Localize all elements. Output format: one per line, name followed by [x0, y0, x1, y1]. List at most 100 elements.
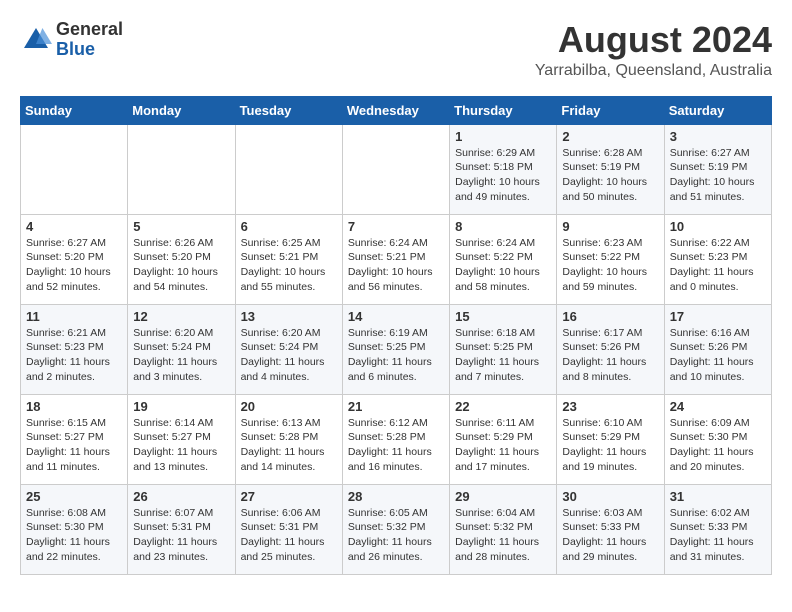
day-info: Sunrise: 6:26 AMSunset: 5:20 PMDaylight:…: [133, 236, 229, 295]
day-info: Sunrise: 6:28 AMSunset: 5:19 PMDaylight:…: [562, 146, 658, 205]
calendar-cell: 8Sunrise: 6:24 AMSunset: 5:22 PMDaylight…: [450, 214, 557, 304]
calendar-cell: 26 Sunrise: 6:07 AMSunset: 5:31 PMDayligh…: [128, 484, 235, 574]
calendar-cell: 30 Sunrise: 6:03 AMSunset: 5:33 PMDayligh…: [557, 484, 664, 574]
title-block: August 2024 Yarrabilba, Queensland, Aust…: [535, 20, 772, 80]
day-number: 1: [455, 129, 551, 144]
header-day: Tuesday: [235, 96, 342, 124]
day-info: Sunrise: 6:17 AMSunset: 5:26 PMDaylight:…: [562, 326, 658, 385]
calendar-cell: 11 Sunrise: 6:21 AMSunset: 5:23 PMDayligh…: [21, 304, 128, 394]
calendar-week: 18 Sunrise: 6:15 AMSunset: 5:27 PMDayligh…: [21, 394, 772, 484]
calendar-cell: 19 Sunrise: 6:14 AMSunset: 5:27 PMDayligh…: [128, 394, 235, 484]
calendar-cell: [342, 124, 449, 214]
day-info: Sunrise: 6:19 AMSunset: 5:25 PMDaylight:…: [348, 326, 444, 385]
day-info: Sunrise: 6:18 AMSunset: 5:25 PMDaylight:…: [455, 326, 551, 385]
calendar-cell: 3 Sunrise: 6:27 AMSunset: 5:19 PMDaylight…: [664, 124, 771, 214]
day-info: Sunrise: 6:27 AMSunset: 5:20 PMDaylight:…: [26, 236, 122, 295]
day-info: Sunrise: 6:23 AMSunset: 5:22 PMDaylight:…: [562, 236, 658, 295]
day-info: Sunrise: 6:20 AMSunset: 5:24 PMDaylight:…: [241, 326, 337, 385]
day-info: Sunrise: 6:03 AMSunset: 5:33 PMDaylight:…: [562, 506, 658, 565]
day-number: 15: [455, 309, 551, 324]
calendar-header: SundayMondayTuesdayWednesdayThursdayFrid…: [21, 96, 772, 124]
calendar-cell: [235, 124, 342, 214]
day-number: 30: [562, 489, 658, 504]
day-info: Sunrise: 6:02 AMSunset: 5:33 PMDaylight:…: [670, 506, 766, 565]
calendar-cell: 25 Sunrise: 6:08 AMSunset: 5:30 PMDayligh…: [21, 484, 128, 574]
day-info: Sunrise: 6:15 AMSunset: 5:27 PMDaylight:…: [26, 416, 122, 475]
day-number: 5: [133, 219, 229, 234]
day-number: 29: [455, 489, 551, 504]
day-info: Sunrise: 6:05 AMSunset: 5:32 PMDaylight:…: [348, 506, 444, 565]
logo-blue-text: Blue: [56, 39, 95, 59]
day-info: Sunrise: 6:08 AMSunset: 5:30 PMDaylight:…: [26, 506, 122, 565]
calendar-cell: 15 Sunrise: 6:18 AMSunset: 5:25 PMDayligh…: [450, 304, 557, 394]
day-info: Sunrise: 6:21 AMSunset: 5:23 PMDaylight:…: [26, 326, 122, 385]
day-number: 12: [133, 309, 229, 324]
calendar-cell: 14 Sunrise: 6:19 AMSunset: 5:25 PMDayligh…: [342, 304, 449, 394]
day-info: Sunrise: 6:14 AMSunset: 5:27 PMDaylight:…: [133, 416, 229, 475]
calendar-week: 4 Sunrise: 6:27 AMSunset: 5:20 PMDaylight…: [21, 214, 772, 304]
calendar-cell: 1 Sunrise: 6:29 AMSunset: 5:18 PMDaylight…: [450, 124, 557, 214]
day-number: 16: [562, 309, 658, 324]
day-number: 4: [26, 219, 122, 234]
calendar-body: 1 Sunrise: 6:29 AMSunset: 5:18 PMDaylight…: [21, 124, 772, 574]
calendar-cell: 29 Sunrise: 6:04 AMSunset: 5:32 PMDayligh…: [450, 484, 557, 574]
calendar-cell: 22 Sunrise: 6:11 AMSunset: 5:29 PMDayligh…: [450, 394, 557, 484]
calendar-cell: 12 Sunrise: 6:20 AMSunset: 5:24 PMDayligh…: [128, 304, 235, 394]
day-number: 28: [348, 489, 444, 504]
day-number: 3: [670, 129, 766, 144]
day-number: 22: [455, 399, 551, 414]
day-info: Sunrise: 6:11 AMSunset: 5:29 PMDaylight:…: [455, 416, 551, 475]
calendar-cell: 5 Sunrise: 6:26 AMSunset: 5:20 PMDaylight…: [128, 214, 235, 304]
day-info: Sunrise: 6:29 AMSunset: 5:18 PMDaylight:…: [455, 146, 551, 205]
day-number: 13: [241, 309, 337, 324]
day-number: 21: [348, 399, 444, 414]
calendar-cell: 23Sunrise: 6:10 AMSunset: 5:29 PMDayligh…: [557, 394, 664, 484]
day-number: 20: [241, 399, 337, 414]
calendar-table: SundayMondayTuesdayWednesdayThursdayFrid…: [20, 96, 772, 575]
calendar-cell: 6 Sunrise: 6:25 AMSunset: 5:21 PMDaylight…: [235, 214, 342, 304]
logo-icon: [20, 24, 52, 56]
header-day: Saturday: [664, 96, 771, 124]
day-info: Sunrise: 6:24 AMSunset: 5:21 PMDaylight:…: [348, 236, 444, 295]
day-number: 25: [26, 489, 122, 504]
day-number: 2: [562, 129, 658, 144]
day-number: 6: [241, 219, 337, 234]
logo-general-text: General: [56, 19, 123, 39]
day-number: 7: [348, 219, 444, 234]
calendar-cell: 13 Sunrise: 6:20 AMSunset: 5:24 PMDayligh…: [235, 304, 342, 394]
calendar-cell: 21Sunrise: 6:12 AMSunset: 5:28 PMDayligh…: [342, 394, 449, 484]
day-info: Sunrise: 6:06 AMSunset: 5:31 PMDaylight:…: [241, 506, 337, 565]
header-day: Sunday: [21, 96, 128, 124]
day-info: Sunrise: 6:25 AMSunset: 5:21 PMDaylight:…: [241, 236, 337, 295]
day-info: Sunrise: 6:27 AMSunset: 5:19 PMDaylight:…: [670, 146, 766, 205]
header-day: Monday: [128, 96, 235, 124]
day-number: 18: [26, 399, 122, 414]
page-header: General Blue August 2024 Yarrabilba, Que…: [20, 20, 772, 80]
day-number: 17: [670, 309, 766, 324]
day-info: Sunrise: 6:09 AMSunset: 5:30 PMDaylight:…: [670, 416, 766, 475]
day-number: 10: [670, 219, 766, 234]
calendar-cell: 28 Sunrise: 6:05 AMSunset: 5:32 PMDayligh…: [342, 484, 449, 574]
day-number: 14: [348, 309, 444, 324]
day-info: Sunrise: 6:20 AMSunset: 5:24 PMDaylight:…: [133, 326, 229, 385]
logo: General Blue: [20, 20, 123, 60]
header-day: Friday: [557, 96, 664, 124]
day-number: 8: [455, 219, 551, 234]
calendar-cell: 31Sunrise: 6:02 AMSunset: 5:33 PMDayligh…: [664, 484, 771, 574]
calendar-cell: 24Sunrise: 6:09 AMSunset: 5:30 PMDayligh…: [664, 394, 771, 484]
day-info: Sunrise: 6:13 AMSunset: 5:28 PMDaylight:…: [241, 416, 337, 475]
calendar-cell: 16 Sunrise: 6:17 AMSunset: 5:26 PMDayligh…: [557, 304, 664, 394]
calendar-cell: 18 Sunrise: 6:15 AMSunset: 5:27 PMDayligh…: [21, 394, 128, 484]
calendar-cell: 4 Sunrise: 6:27 AMSunset: 5:20 PMDaylight…: [21, 214, 128, 304]
calendar-cell: 10Sunrise: 6:22 AMSunset: 5:23 PMDayligh…: [664, 214, 771, 304]
calendar-cell: 27Sunrise: 6:06 AMSunset: 5:31 PMDayligh…: [235, 484, 342, 574]
day-number: 11: [26, 309, 122, 324]
calendar-title: August 2024: [535, 20, 772, 60]
day-number: 26: [133, 489, 229, 504]
header-day: Wednesday: [342, 96, 449, 124]
day-number: 19: [133, 399, 229, 414]
day-info: Sunrise: 6:07 AMSunset: 5:31 PMDaylight:…: [133, 506, 229, 565]
day-info: Sunrise: 6:04 AMSunset: 5:32 PMDaylight:…: [455, 506, 551, 565]
calendar-cell: [128, 124, 235, 214]
calendar-cell: 7 Sunrise: 6:24 AMSunset: 5:21 PMDaylight…: [342, 214, 449, 304]
